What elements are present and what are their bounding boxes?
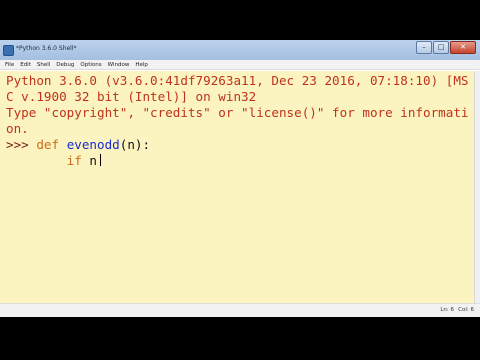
python-app-icon [3, 45, 14, 56]
keyword-if: if [66, 153, 82, 168]
menu-help[interactable]: Help [135, 62, 148, 68]
menu-file[interactable]: File [5, 62, 14, 68]
maximize-button[interactable]: □ [433, 41, 449, 54]
keyword-def: def [36, 137, 60, 152]
code-line-if: if n [6, 153, 102, 169]
window-title: *Python 3.6.0 Shell* [16, 45, 77, 52]
shell-prompt: >>> [6, 137, 37, 152]
banner-line: Python 3.6.0 (v3.6.0:41df79263a11, Dec 2… [6, 73, 469, 88]
shell-editor[interactable]: Python 3.6.0 (v3.6.0:41df79263a11, Dec 2… [0, 71, 474, 303]
vertical-scrollbar[interactable] [474, 71, 480, 303]
status-col: Col: 6 [458, 307, 474, 313]
banner-line: C v.1900 32 bit (Intel)] on win32 [6, 89, 257, 104]
close-button[interactable]: ✕ [450, 41, 476, 54]
banner-line: Type "copyright", "credits" or "license(… [6, 105, 469, 120]
status-line: Ln: 6 [440, 307, 454, 313]
code-line-def: >>> def evenodd(n): [6, 137, 150, 153]
menu-debug[interactable]: Debug [56, 62, 74, 68]
menu-bar: File Edit Shell Debug Options Window Hel… [0, 60, 480, 70]
title-bar[interactable]: *Python 3.6.0 Shell* – □ ✕ [0, 40, 480, 61]
menu-edit[interactable]: Edit [20, 62, 31, 68]
menu-window[interactable]: Window [108, 62, 130, 68]
python-shell-window: *Python 3.6.0 Shell* – □ ✕ File Edit She… [0, 40, 480, 317]
menu-shell[interactable]: Shell [37, 62, 50, 68]
condition-text: n [81, 153, 98, 168]
text-cursor [100, 154, 102, 166]
minimize-button[interactable]: – [416, 41, 432, 54]
function-name: evenodd [66, 137, 120, 152]
status-bar: Ln: 6 Col: 6 [0, 303, 480, 317]
window-controls: – □ ✕ [416, 41, 476, 54]
menu-options[interactable]: Options [80, 62, 101, 68]
function-params: (n): [119, 137, 151, 152]
banner-line: on. [6, 121, 29, 136]
